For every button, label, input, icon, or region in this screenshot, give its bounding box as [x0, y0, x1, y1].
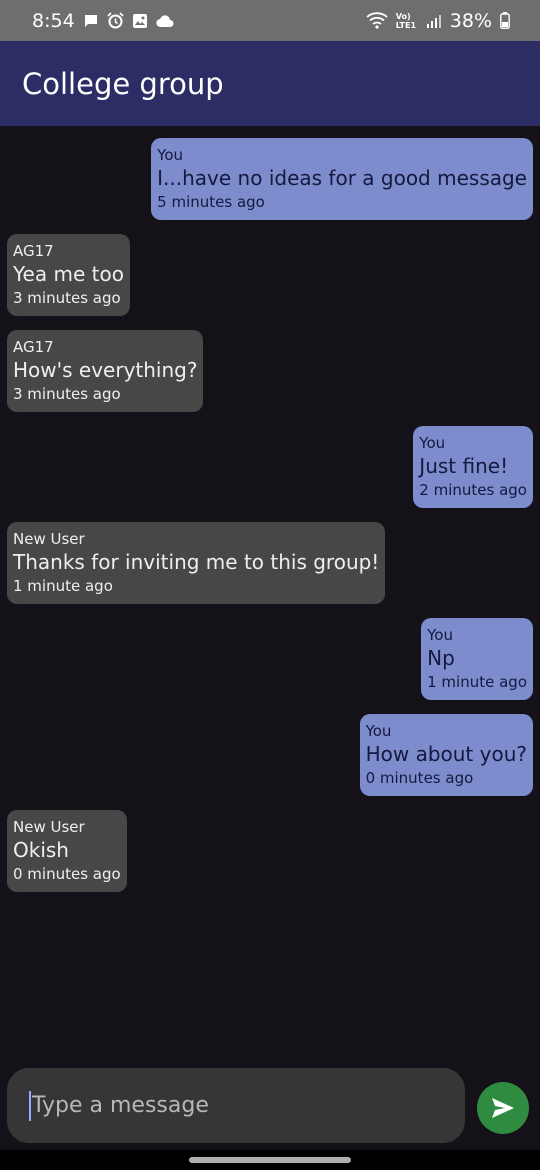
home-gesture-handle[interactable] [189, 1157, 351, 1163]
send-button[interactable] [477, 1082, 529, 1134]
message-time: 0 minutes ago [13, 865, 121, 883]
message-text: I...have no ideas for a good message [157, 166, 527, 190]
cloud-icon [156, 14, 174, 28]
message-bubble-incoming[interactable]: AG17 Yea me too 3 minutes ago [7, 234, 130, 316]
status-time: 8:54 [32, 9, 75, 32]
message-bubble-incoming[interactable]: New User Okish 0 minutes ago [7, 810, 127, 892]
status-bar: 8:54 Vo) LTE1 38% [0, 0, 540, 41]
message-bubble-outgoing[interactable]: You Np 1 minute ago [421, 618, 533, 700]
app-bar: College group [0, 41, 540, 126]
message-sender: New User [13, 530, 85, 548]
alarm-icon [107, 12, 124, 29]
message-bubble-incoming[interactable]: New User Thanks for inviting me to this … [7, 522, 386, 604]
message-sender: You [419, 434, 446, 452]
signal-icon [426, 14, 442, 28]
battery-icon [500, 12, 510, 29]
message-text: How's everything? [13, 358, 198, 382]
message-bubble-outgoing[interactable]: You I...have no ideas for a good message… [151, 138, 533, 220]
wifi-icon [366, 12, 388, 29]
chat-icon [83, 13, 99, 29]
message-sender: AG17 [13, 242, 54, 260]
message-bubble-outgoing[interactable]: You Just fine! 2 minutes ago [413, 426, 533, 508]
message-text: Yea me too [13, 262, 124, 286]
page-title: College group [22, 66, 224, 101]
status-bar-right: Vo) LTE1 38% [366, 10, 510, 32]
message-time: 0 minutes ago [365, 769, 474, 787]
text-cursor [29, 1090, 31, 1121]
message-sender: You [157, 146, 184, 164]
system-nav-bar [0, 1150, 540, 1170]
message-composer[interactable] [7, 1068, 465, 1143]
message-text: Np [427, 646, 455, 670]
message-time: 3 minutes ago [13, 385, 121, 403]
message-text: Thanks for inviting me to this group! [13, 550, 380, 574]
send-icon [490, 1096, 516, 1120]
message-bubble-incoming[interactable]: AG17 How's everything? 3 minutes ago [7, 330, 204, 412]
message-time: 2 minutes ago [419, 481, 527, 499]
network-label: Vo) LTE1 [395, 11, 417, 30]
message-time: 1 minute ago [13, 577, 113, 595]
message-time: 5 minutes ago [157, 193, 265, 211]
message-sender: You [365, 722, 392, 740]
message-sender: AG17 [13, 338, 54, 356]
image-icon [132, 13, 148, 29]
message-bubble-outgoing[interactable]: You How about you? 0 minutes ago [359, 714, 533, 796]
message-list[interactable]: You I...have no ideas for a good message… [0, 126, 540, 1056]
message-input[interactable] [32, 1093, 432, 1118]
message-time: 1 minute ago [427, 673, 527, 691]
message-sender: New User [13, 818, 85, 836]
message-sender: You [427, 626, 453, 644]
message-time: 3 minutes ago [13, 289, 121, 307]
battery-percent: 38% [449, 9, 492, 32]
message-text: How about you? [365, 742, 527, 766]
status-bar-left: 8:54 [32, 10, 174, 32]
message-text: Just fine! [419, 454, 509, 478]
message-text: Okish [13, 838, 69, 862]
